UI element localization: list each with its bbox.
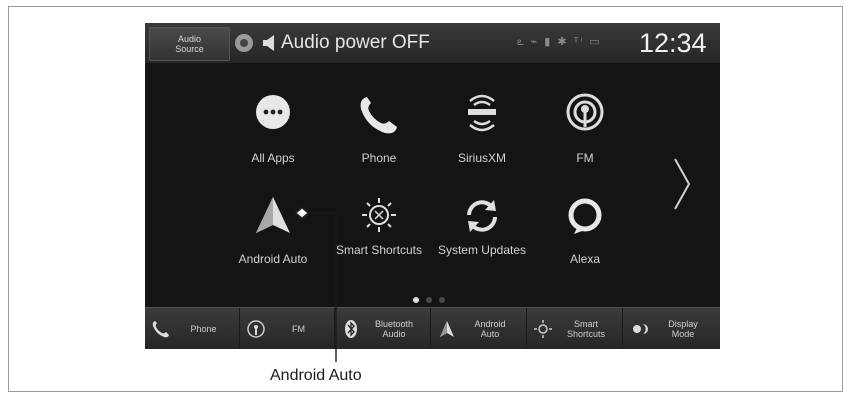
- callout-label: Android Auto: [270, 367, 362, 384]
- callout-leader-line: [295, 207, 337, 362]
